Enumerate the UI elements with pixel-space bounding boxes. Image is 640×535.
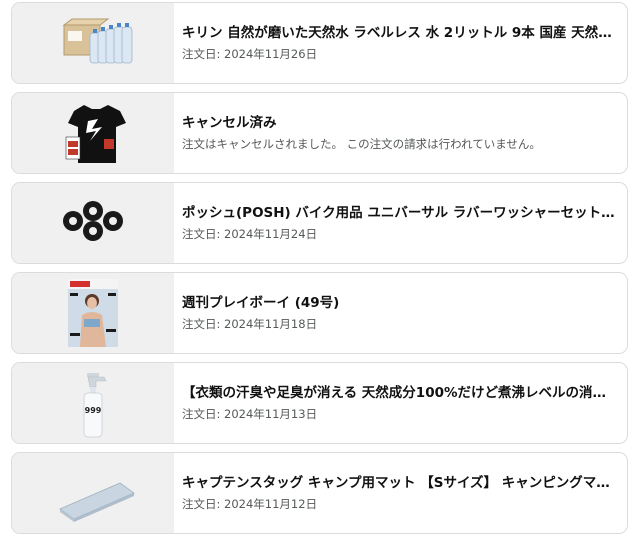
order-card[interactable]: 999 【衣類の汗臭や足臭が消える 天然成分100%だけど煮沸レベルの消臭力】 … — [11, 362, 628, 444]
product-thumbnail[interactable]: 999 — [12, 363, 174, 443]
cancellation-message: 注文はキャンセルされました。 この注文の請求は行われていません。 — [182, 137, 541, 151]
order-date: 注文日: 2024年11月26日 — [182, 47, 318, 61]
bottle-label: 999 — [85, 406, 102, 415]
order-info: 【衣類の汗臭や足臭が消える 天然成分100%だけど煮沸レベルの消臭力】 注文日:… — [182, 363, 617, 443]
order-info: キャプテンスタッグ キャンプ用マット 【Sサイズ】 キャンピングマット 注文日:… — [182, 453, 617, 533]
order-date: 注文日: 2024年11月18日 — [182, 317, 318, 331]
order-card[interactable]: キャプテンスタッグ キャンプ用マット 【Sサイズ】 キャンピングマット 注文日:… — [11, 452, 628, 534]
water-bottles-box-image — [62, 18, 133, 64]
order-card[interactable]: ポッシュ(POSH) バイク用品 ユニバーサル ラバーワッシャーセット 4個入り… — [11, 182, 628, 264]
spray-bottle-image: 999 — [83, 373, 107, 438]
black-tshirt-image — [65, 105, 126, 163]
order-info: キリン 自然が磨いた天然水 ラベルレス 水 2リットル 9本 国産 天然水 ミネ… — [182, 3, 617, 83]
order-date: 注文日: 2024年11月12日 — [182, 497, 318, 511]
product-title-link[interactable]: 【衣類の汗臭や足臭が消える 天然成分100%だけど煮沸レベルの消臭力】 — [182, 384, 617, 402]
order-card[interactable]: 週刊プレイボーイ (49号) 注文日: 2024年11月18日 — [11, 272, 628, 354]
product-thumbnail[interactable] — [12, 273, 174, 353]
product-title-link[interactable]: キャプテンスタッグ キャンプ用マット 【Sサイズ】 キャンピングマット — [182, 474, 617, 492]
order-status-title[interactable]: キャンセル済み — [182, 114, 617, 132]
product-thumbnail[interactable] — [12, 183, 174, 263]
order-date: 注文日: 2024年11月24日 — [182, 227, 318, 241]
product-title-link[interactable]: 週刊プレイボーイ (49号) — [182, 294, 617, 312]
rubber-washers-image — [63, 201, 123, 241]
camping-mat-image — [59, 482, 135, 522]
order-date: 注文日: 2024年11月13日 — [182, 407, 318, 421]
magazine-cover-image — [68, 279, 118, 347]
product-thumbnail[interactable] — [12, 93, 174, 173]
order-info: キャンセル済み 注文はキャンセルされました。 この注文の請求は行われていません。 — [182, 93, 617, 173]
order-info: 週刊プレイボーイ (49号) 注文日: 2024年11月18日 — [182, 273, 617, 353]
product-thumbnail[interactable] — [12, 453, 174, 533]
order-list: キリン 自然が磨いた天然水 ラベルレス 水 2リットル 9本 国産 天然水 ミネ… — [0, 0, 640, 535]
product-title-link[interactable]: キリン 自然が磨いた天然水 ラベルレス 水 2リットル 9本 国産 天然水 ミネ… — [182, 24, 617, 42]
order-card[interactable]: キャンセル済み 注文はキャンセルされました。 この注文の請求は行われていません。 — [11, 92, 628, 174]
order-card[interactable]: キリン 自然が磨いた天然水 ラベルレス 水 2リットル 9本 国産 天然水 ミネ… — [11, 2, 628, 84]
product-title-link[interactable]: ポッシュ(POSH) バイク用品 ユニバーサル ラバーワッシャーセット 4個入り — [182, 204, 617, 222]
order-info: ポッシュ(POSH) バイク用品 ユニバーサル ラバーワッシャーセット 4個入り… — [182, 183, 617, 263]
product-thumbnail[interactable] — [12, 3, 174, 83]
